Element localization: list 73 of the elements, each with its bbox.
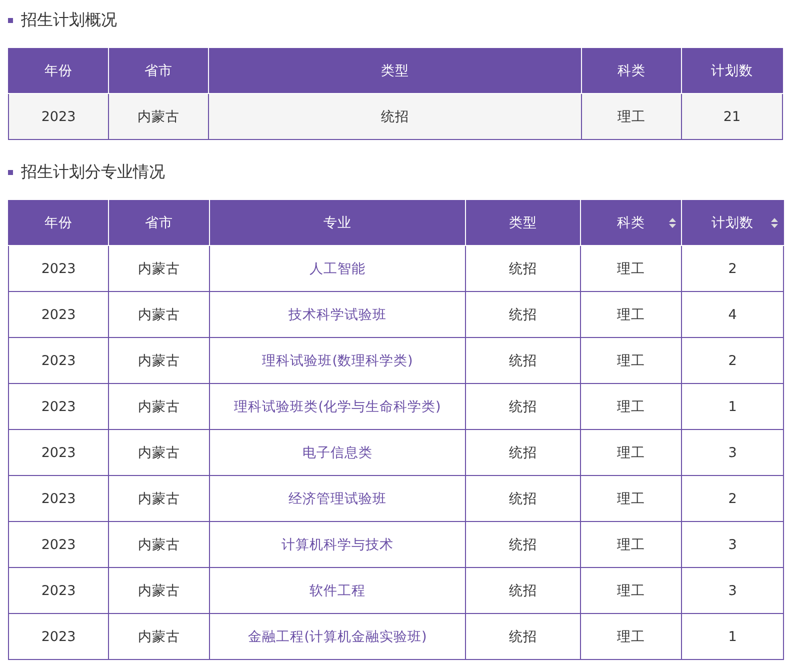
table-cell: 理工 [580,430,682,476]
table-cell: 2023 [8,384,108,430]
table-cell: 内蒙古 [108,430,210,476]
table-cell: 2023 [8,614,108,660]
column-header: 省市 [108,200,210,246]
table-cell: 内蒙古 [108,568,210,614]
table-cell: 统招 [466,246,580,292]
bullet-icon [8,170,13,175]
column-header: 类型 [466,200,580,246]
table-cell: 内蒙古 [108,614,210,660]
table-cell: 2023 [8,94,108,140]
table-cell: 理工 [580,522,682,568]
table-cell: 理工 [580,568,682,614]
table-cell: 统招 [466,430,580,476]
column-header: 年份 [8,200,108,246]
table-cell: 内蒙古 [108,384,210,430]
table-cell: 理工 [580,384,682,430]
table-cell: 2 [682,338,784,384]
table-cell: 统招 [208,94,582,140]
table-cell: 内蒙古 [108,94,208,140]
table-cell: 统招 [466,476,580,522]
column-header: 年份 [8,48,108,94]
table-cell: 2023 [8,522,108,568]
table-cell: 内蒙古 [108,476,210,522]
major-link[interactable]: 计算机科学与技术 [282,536,394,552]
table-cell: 理工 [582,94,682,140]
table-cell: 3 [682,568,784,614]
column-header: 类型 [208,48,582,94]
bullet-icon [8,18,13,23]
column-header[interactable]: 计划数 [682,200,784,246]
table-cell: 统招 [466,614,580,660]
table-cell: 统招 [466,522,580,568]
table-cell: 内蒙古 [108,338,210,384]
major-link[interactable]: 技术科学试验班 [288,306,386,322]
table-cell: 1 [682,384,784,430]
column-header: 专业 [210,200,466,246]
table-cell: 统招 [466,568,580,614]
table-cell: 1 [682,614,784,660]
major-link[interactable]: 软件工程 [310,582,366,598]
table-cell: 理工 [580,338,682,384]
table-cell: 内蒙古 [108,292,210,338]
table-cell: 理工 [580,292,682,338]
column-header[interactable]: 科类 [580,200,682,246]
table-cell: 2 [682,246,784,292]
column-header: 科类 [582,48,682,94]
column-header: 省市 [108,48,208,94]
column-header: 计划数 [682,48,782,94]
table-cell: 统招 [466,384,580,430]
table-cell: 内蒙古 [108,246,210,292]
table-cell: 21 [682,94,782,140]
section-title: 招生计划分专业情况 [21,162,165,183]
section-title: 招生计划概况 [21,10,117,31]
table-cell: 统招 [466,292,580,338]
sort-icon[interactable] [669,218,676,228]
table-cell: 2023 [8,338,108,384]
table-cell: 2023 [8,430,108,476]
table-cell: 3 [682,430,784,476]
table-cell: 2 [682,476,784,522]
table-cell: 2023 [8,476,108,522]
table-cell: 2023 [8,246,108,292]
table-cell: 3 [682,522,784,568]
major-link[interactable]: 人工智能 [310,260,366,276]
sort-icon[interactable] [771,218,778,228]
major-link[interactable]: 电子信息类 [302,444,372,460]
table-cell: 统招 [466,338,580,384]
table-cell: 4 [682,292,784,338]
major-link[interactable]: 经济管理试验班 [288,490,386,506]
table-cell: 2023 [8,568,108,614]
table-cell: 理工 [580,476,682,522]
table-cell: 2023 [8,292,108,338]
table-cell: 内蒙古 [108,522,210,568]
table-cell: 理工 [580,246,682,292]
table-cell: 理工 [580,614,682,660]
